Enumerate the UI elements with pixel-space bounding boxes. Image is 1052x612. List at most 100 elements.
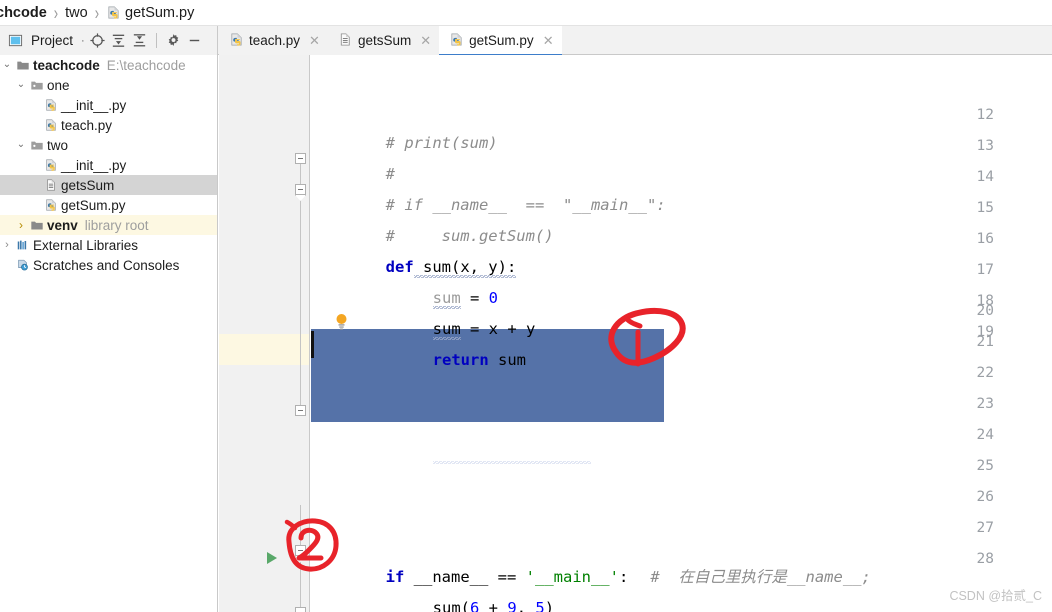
gear-icon[interactable] <box>164 31 183 50</box>
tree-item-teachcode[interactable]: ⌄ teachcode E:\teachcode <box>0 55 217 75</box>
keyword-return: return <box>432 351 489 369</box>
tree-item-one[interactable]: ⌄ one <box>0 75 217 95</box>
libraries-icon <box>14 238 31 252</box>
editor-tabs: teach.py ✕ getsSum ✕ getSum.py ✕ <box>219 26 563 56</box>
code-comment: # print(sum) <box>385 134 498 152</box>
tree-item-scratches-consoles[interactable]: Scratches and Consoles <box>0 255 217 275</box>
tab-teach-py[interactable]: teach.py ✕ <box>219 26 328 55</box>
tab-getssum[interactable]: getsSum ✕ <box>327 26 440 55</box>
tab-label: teach.py <box>249 33 301 48</box>
current-line-gutter-highlight <box>219 334 309 365</box>
python-file-icon <box>449 32 464 50</box>
breadcrumb-item-package[interactable]: two <box>65 5 88 21</box>
code-line-26: if __name__ == '__main__': # 在自己里执行是__nam… <box>311 531 871 586</box>
code-line-12: # print(sum) <box>311 97 498 152</box>
project-toolbar: Project · <box>0 26 218 55</box>
tree-item-venv[interactable]: › venv library root <box>0 215 217 235</box>
tab-label: getSum.py <box>469 33 534 48</box>
tree-item-tag: library root <box>84 217 149 233</box>
code-line-15: # sum.getSum() <box>311 190 554 245</box>
tree-item-teach-py[interactable]: teach.py <box>0 115 217 135</box>
return-value: sum <box>488 351 526 369</box>
text-caret <box>311 331 314 358</box>
tree-item-path: E:\teachcode <box>106 57 186 73</box>
tree-item-label: two <box>47 137 69 153</box>
folder-icon <box>28 218 45 232</box>
close-icon[interactable]: ✕ <box>420 34 431 47</box>
python-file-icon <box>42 118 59 132</box>
chevron-right-icon[interactable]: › <box>14 219 28 231</box>
text-file-icon <box>338 32 353 50</box>
code-line-18: sum = x + y <box>311 283 535 340</box>
tree-item-label: teach.py <box>61 117 113 133</box>
breadcrumb-separator: › <box>94 1 100 24</box>
fold-marker-line-15[interactable] <box>295 153 306 164</box>
code-comment: # 在自己里执行是__name__; <box>650 568 871 586</box>
tree-item-label: teachcode <box>33 57 100 73</box>
project-tree[interactable]: ⌄ teachcode E:\teachcode ⌄ one __init__.… <box>0 55 218 612</box>
breadcrumb-item-file[interactable]: getSum.py <box>125 5 194 21</box>
tree-item-two[interactable]: ⌄ two <box>0 135 217 155</box>
breadcrumb-separator: › <box>53 1 59 24</box>
selected-code-text: print("这是函数所在文件的内部") <box>432 475 688 493</box>
project-panel-label[interactable]: Project <box>31 33 73 48</box>
panel-dot: · <box>81 34 85 47</box>
tree-item-label: getSum.py <box>61 197 126 213</box>
chevron-down-icon[interactable]: ⌄ <box>14 80 28 90</box>
tab-label: getsSum <box>357 33 412 48</box>
code-text-area[interactable]: # print(sum) # # if __name__ == "__main_… <box>311 55 1052 612</box>
tree-item-label: External Libraries <box>33 237 139 253</box>
python-file-icon <box>42 198 59 212</box>
tab-getsum-py[interactable]: getSum.py ✕ <box>439 26 563 56</box>
code-line-17: sum = 0 <box>311 252 498 309</box>
close-icon[interactable]: ✕ <box>543 34 554 47</box>
chevron-down-icon[interactable]: ⌄ <box>0 60 14 70</box>
code-line-27: sum(6 + 9, 5) <box>311 562 554 612</box>
chevron-right-icon[interactable]: › <box>0 239 14 251</box>
code-line-22: print(sum(6+9,5)) <box>311 407 592 464</box>
python-file-icon <box>42 98 59 112</box>
python-file-icon <box>42 158 59 172</box>
fold-marker-line-28[interactable] <box>295 607 306 612</box>
code-line-13: # <box>311 128 395 183</box>
tree-item-getssum[interactable]: getsSum <box>0 175 217 195</box>
watermark: CSDN @拾贰_C <box>949 589 1042 603</box>
lightbulb-icon[interactable] <box>335 313 348 331</box>
tree-item-getsum-py[interactable]: getSum.py <box>0 195 217 215</box>
fold-marker-line-23[interactable] <box>295 405 306 416</box>
fold-marker-line-26[interactable] <box>295 545 306 556</box>
collapse-all-icon[interactable] <box>130 31 149 50</box>
locate-target-icon[interactable] <box>88 31 107 50</box>
fold-marker-line-16[interactable] <box>295 184 306 195</box>
tree-item-label: one <box>47 77 70 93</box>
code-line-28: print("这是函数所在文件的内部") <box>311 593 687 612</box>
tree-item-label: Scratches and Consoles <box>33 257 180 273</box>
code-line-14: # if __name__ == "__main__": <box>311 159 666 214</box>
scratches-icon <box>14 258 31 272</box>
expand-all-icon[interactable] <box>109 31 128 50</box>
pycharm-window: chcode › two › getSum.py Project · teach… <box>0 0 1052 612</box>
tree-item-two-init[interactable]: __init__.py <box>0 155 217 175</box>
package-folder-icon <box>28 78 45 92</box>
tree-item-label: getsSum <box>61 177 115 193</box>
run-gutter-icon[interactable] <box>267 552 277 564</box>
code-line-16: def sum(x, y): <box>311 221 517 278</box>
close-icon[interactable]: ✕ <box>309 34 320 47</box>
package-folder-icon <box>28 138 45 152</box>
tree-item-one-init[interactable]: __init__.py <box>0 95 217 115</box>
tree-item-label: __init__.py <box>61 97 127 113</box>
code-editor[interactable]: 12 13 14 15 16 17 18 19 20 21 22 23 24 2… <box>219 55 1052 612</box>
breadcrumb: chcode › two › getSum.py <box>0 0 1052 26</box>
chevron-down-icon[interactable]: ⌄ <box>14 140 28 150</box>
breadcrumb-item-project[interactable]: chcode <box>0 5 47 21</box>
minimize-icon[interactable] <box>185 31 204 50</box>
tree-item-label: __init__.py <box>61 157 127 173</box>
tree-item-external-libraries[interactable]: › External Libraries <box>0 235 217 255</box>
toolbar-tab-strip: Project · teach.py ✕ getsSum ✕ getSum.py… <box>0 26 1052 56</box>
code-line-23: print("这是函数所在文件的内部") <box>311 438 688 493</box>
colon: : <box>618 568 629 586</box>
tree-item-label: venv <box>47 217 78 233</box>
folder-icon <box>14 58 31 72</box>
python-file-icon <box>229 32 244 50</box>
project-panel-icon[interactable] <box>6 31 25 50</box>
